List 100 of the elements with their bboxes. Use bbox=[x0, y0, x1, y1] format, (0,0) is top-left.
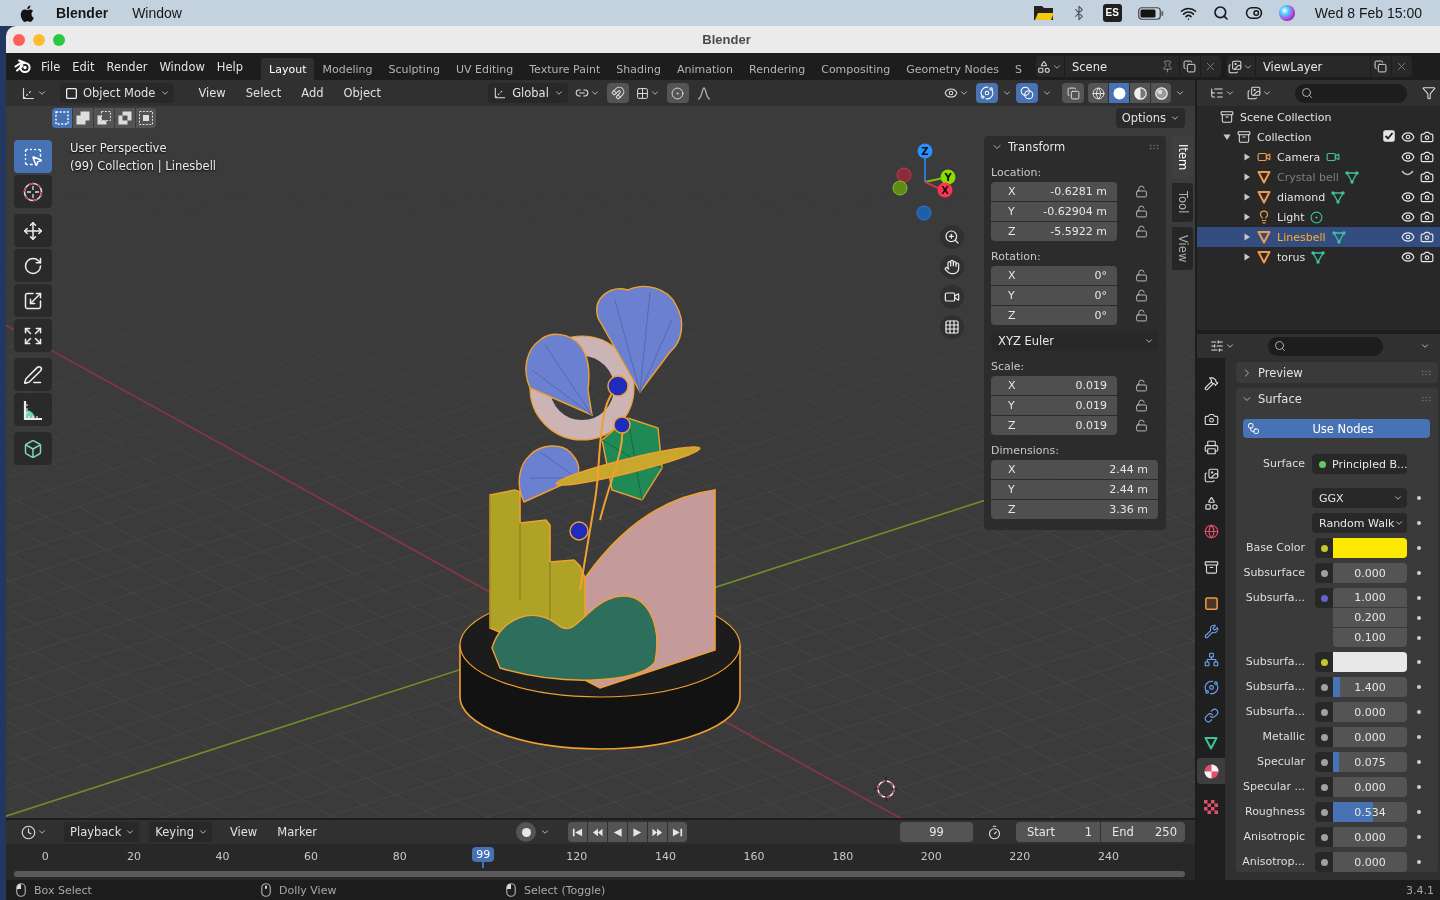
sidebar-tab[interactable]: View bbox=[1172, 226, 1193, 270]
camera-icon[interactable] bbox=[1419, 170, 1434, 184]
properties-tab[interactable] bbox=[1197, 758, 1225, 784]
clock[interactable]: Wed 8 Feb 15:00 bbox=[1314, 5, 1422, 21]
apple-logo-icon[interactable] bbox=[20, 4, 34, 22]
start-frame-field[interactable]: Start 1 bbox=[1016, 822, 1100, 842]
collapsed-triangle-icon[interactable] bbox=[1243, 213, 1251, 221]
next-keyframe-button[interactable] bbox=[648, 822, 667, 842]
keyframe-dot-icon[interactable] bbox=[1417, 595, 1421, 600]
socket-button[interactable] bbox=[1315, 802, 1333, 822]
open-padlock-icon[interactable] bbox=[1135, 225, 1148, 238]
socket-button[interactable] bbox=[1315, 852, 1333, 872]
number-field[interactable]: Y 0.019 bbox=[991, 396, 1117, 415]
jump-end-button[interactable] bbox=[668, 822, 687, 842]
color-swatch[interactable] bbox=[1333, 652, 1407, 672]
open-padlock-icon[interactable] bbox=[1135, 419, 1148, 432]
number-field[interactable]: Z 0° bbox=[991, 306, 1117, 325]
selection-mode-button[interactable] bbox=[94, 108, 114, 128]
scrollbar-thumb[interactable] bbox=[14, 871, 1185, 877]
number-field[interactable]: 0.000 bbox=[1333, 563, 1407, 583]
workspace-tab[interactable]: Rendering bbox=[741, 58, 814, 80]
proportional-editing-toggle[interactable] bbox=[666, 83, 689, 103]
number-field[interactable]: 1.000 bbox=[1333, 588, 1407, 607]
orientation-dropdown[interactable]: Global bbox=[488, 83, 568, 103]
camera-icon[interactable] bbox=[1419, 210, 1434, 224]
workspace-tab[interactable]: Layout bbox=[261, 58, 315, 80]
selection-mode-button[interactable] bbox=[115, 108, 135, 128]
delete-scene-button[interactable] bbox=[1200, 56, 1221, 77]
menu-item[interactable]: View bbox=[221, 823, 266, 841]
options-dropdown[interactable]: Options bbox=[1115, 108, 1185, 128]
socket-button[interactable] bbox=[1315, 563, 1333, 583]
outliner-item-name[interactable]: Collection bbox=[1257, 130, 1312, 144]
number-field[interactable]: Z -5.5922 m bbox=[991, 222, 1117, 241]
collapsed-triangle-icon[interactable] bbox=[1243, 173, 1251, 181]
keyframe-dot-icon[interactable] bbox=[1417, 546, 1421, 550]
menu-dropdown[interactable]: Keying bbox=[149, 822, 212, 842]
menu-item[interactable]: Render bbox=[100, 56, 154, 77]
outliner-item-name[interactable]: Crystal bell bbox=[1277, 170, 1339, 184]
menu-item[interactable]: Object bbox=[335, 84, 389, 102]
end-frame-field[interactable]: End 250 bbox=[1101, 822, 1185, 842]
input-source-indicator[interactable]: ES bbox=[1102, 4, 1122, 22]
scene-name-field[interactable]: Scene bbox=[1064, 56, 1179, 77]
number-field[interactable]: Y 2.44 m bbox=[991, 480, 1158, 499]
tool-button[interactable] bbox=[14, 358, 52, 391]
play-button[interactable] bbox=[628, 822, 647, 842]
workspace-tab[interactable]: Shading bbox=[608, 58, 669, 80]
record-button[interactable] bbox=[516, 822, 536, 842]
keyframe-dot-icon[interactable] bbox=[1417, 785, 1421, 789]
outliner-item-name[interactable]: Camera bbox=[1277, 150, 1321, 164]
collapsed-triangle-icon[interactable] bbox=[1243, 153, 1251, 161]
overlay-toggle[interactable] bbox=[1016, 83, 1038, 103]
camera-icon[interactable] bbox=[1419, 150, 1434, 164]
eye-icon[interactable] bbox=[1400, 150, 1415, 164]
number-field[interactable]: Y 0° bbox=[991, 286, 1117, 305]
keyframe-dot-icon[interactable] bbox=[1417, 496, 1421, 500]
perspective-toggle-button[interactable] bbox=[940, 315, 964, 339]
collapsed-triangle-icon[interactable] bbox=[1243, 193, 1251, 201]
shader-selector[interactable]: Principled B... bbox=[1312, 454, 1407, 474]
use-nodes-button[interactable]: Use Nodes bbox=[1243, 419, 1430, 438]
menu-item[interactable]: File bbox=[35, 56, 67, 77]
eye-icon[interactable] bbox=[1400, 230, 1415, 244]
pan-button[interactable] bbox=[940, 255, 964, 279]
toggles-icon[interactable] bbox=[1244, 4, 1263, 22]
workspace-tab[interactable]: Modeling bbox=[314, 58, 381, 80]
gizmo-toggle[interactable] bbox=[976, 83, 998, 103]
number-field[interactable]: 0.000 bbox=[1333, 727, 1407, 747]
keyframe-dot-icon[interactable] bbox=[1417, 685, 1421, 689]
blender-logo-icon[interactable] bbox=[14, 59, 32, 74]
menu-item[interactable]: Select bbox=[237, 84, 290, 102]
keyframe-dot-icon[interactable] bbox=[1417, 810, 1421, 814]
sidebar-tab[interactable]: Item bbox=[1172, 136, 1193, 179]
folder-icon[interactable] bbox=[1032, 5, 1055, 21]
delete-view-layer-button[interactable] bbox=[1391, 56, 1412, 77]
eye-icon[interactable] bbox=[1400, 250, 1415, 264]
number-field[interactable]: 0.000 bbox=[1333, 702, 1407, 722]
selection-mode-button[interactable] bbox=[73, 108, 93, 128]
keyframe-dot-icon[interactable] bbox=[1417, 660, 1421, 664]
gradient-orb-icon[interactable] bbox=[1278, 5, 1295, 21]
search-field[interactable] bbox=[1295, 83, 1407, 103]
open-padlock-icon[interactable] bbox=[1135, 269, 1148, 282]
keyframe-dot-icon[interactable] bbox=[1417, 571, 1421, 575]
socket-button[interactable] bbox=[1315, 827, 1333, 847]
number-field[interactable]: 0.100 bbox=[1333, 628, 1407, 647]
mode-dropdown[interactable]: Object Mode bbox=[60, 83, 175, 103]
play-reverse-button[interactable] bbox=[608, 822, 627, 842]
socket-button[interactable] bbox=[1315, 777, 1333, 797]
outliner-item-name[interactable]: Scene Collection bbox=[1240, 110, 1332, 124]
tool-button[interactable] bbox=[14, 393, 52, 426]
gizmo-z-handle[interactable]: Z bbox=[917, 143, 933, 183]
keyframe-dot-icon[interactable] bbox=[1417, 760, 1421, 764]
open-padlock-icon[interactable] bbox=[1135, 309, 1148, 322]
socket-button[interactable] bbox=[1315, 727, 1333, 747]
selected-row-highlight[interactable]: Linesbell bbox=[1197, 227, 1440, 247]
menu-item[interactable]: Marker bbox=[269, 823, 325, 841]
rotation-mode-dropdown[interactable]: XYZ Euler bbox=[991, 331, 1158, 351]
closed-eye-icon[interactable] bbox=[1401, 170, 1414, 176]
close-window-button[interactable] bbox=[13, 33, 25, 46]
open-padlock-icon[interactable] bbox=[1135, 205, 1148, 218]
outliner-item-name[interactable]: torus bbox=[1277, 250, 1306, 264]
collapsed-triangle-icon[interactable] bbox=[1243, 233, 1251, 241]
